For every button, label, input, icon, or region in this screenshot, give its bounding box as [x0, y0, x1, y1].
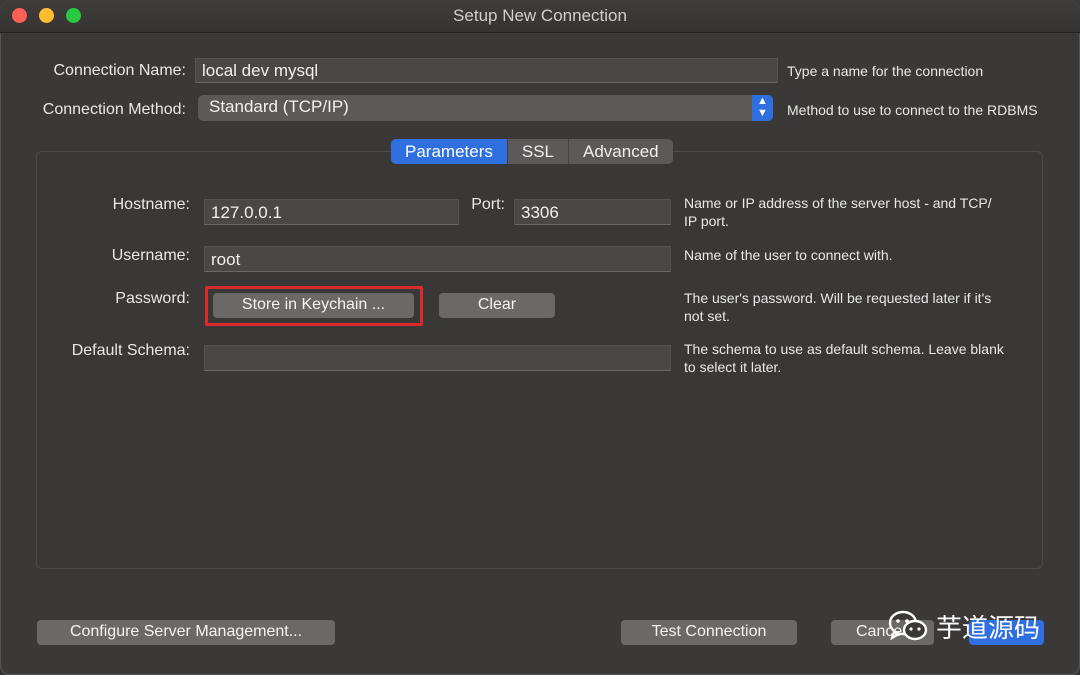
- port-label: Port:: [471, 196, 505, 213]
- schema-hint-line1: The schema to use as default schema. Lea…: [684, 341, 1004, 357]
- tab-advanced[interactable]: Advanced: [569, 139, 673, 164]
- test-connection-button[interactable]: Test Connection: [621, 620, 797, 645]
- default-schema-input[interactable]: [204, 345, 671, 371]
- username-input[interactable]: root: [204, 246, 671, 272]
- connection-method-label: Connection Method:: [42, 101, 186, 118]
- configure-server-management-button[interactable]: Configure Server Management...: [37, 620, 335, 645]
- connection-name-label: Connection Name:: [53, 62, 186, 79]
- hostname-hint: Name or IP address of the server host - …: [684, 194, 1024, 230]
- highlight-box: [205, 286, 423, 326]
- tab-bar: Parameters SSL Advanced: [391, 139, 673, 164]
- username-label: Username:: [111, 247, 190, 264]
- tab-parameters[interactable]: Parameters: [391, 139, 508, 164]
- hostname-hint-line1: Name or IP address of the server host - …: [684, 195, 992, 211]
- title-bar: Setup New Connection: [0, 0, 1080, 33]
- dialog-window: Setup New Connection Connection Name: lo…: [0, 0, 1080, 675]
- watermark-text: 芋道源码: [936, 612, 1041, 643]
- connection-method-hint: Method to use to connect to the RDBMS: [787, 102, 1038, 118]
- hostname-label: Hostname:: [112, 196, 190, 213]
- connection-method-value: Standard (TCP/IP): [209, 97, 349, 116]
- port-input[interactable]: 3306: [514, 199, 671, 225]
- password-hint: The user's password. Will be requested l…: [684, 289, 1024, 325]
- password-label: Password:: [115, 290, 190, 307]
- hostname-input[interactable]: 127.0.0.1: [204, 199, 459, 225]
- connection-method-select[interactable]: Standard (TCP/IP) ▲ ▼: [198, 95, 773, 121]
- window-title: Setup New Connection: [453, 6, 627, 25]
- watermark: 芋道源码: [888, 606, 1040, 646]
- hostname-hint-line2: IP port.: [684, 213, 729, 229]
- username-hint: Name of the user to connect with.: [684, 247, 893, 263]
- password-hint-line2: not set.: [684, 308, 730, 324]
- wechat-icon: [888, 609, 928, 643]
- connection-name-input[interactable]: local dev mysql: [195, 58, 778, 83]
- default-schema-label: Default Schema:: [71, 342, 190, 359]
- password-hint-line1: The user's password. Will be requested l…: [684, 290, 992, 306]
- chevron-up-down-icon: ▲ ▼: [752, 95, 773, 121]
- clear-password-button[interactable]: Clear: [439, 293, 555, 318]
- default-schema-hint: The schema to use as default schema. Lea…: [684, 340, 1024, 376]
- tab-ssl[interactable]: SSL: [508, 139, 570, 164]
- schema-hint-line2: to select it later.: [684, 359, 782, 375]
- connection-name-hint: Type a name for the connection: [787, 63, 984, 79]
